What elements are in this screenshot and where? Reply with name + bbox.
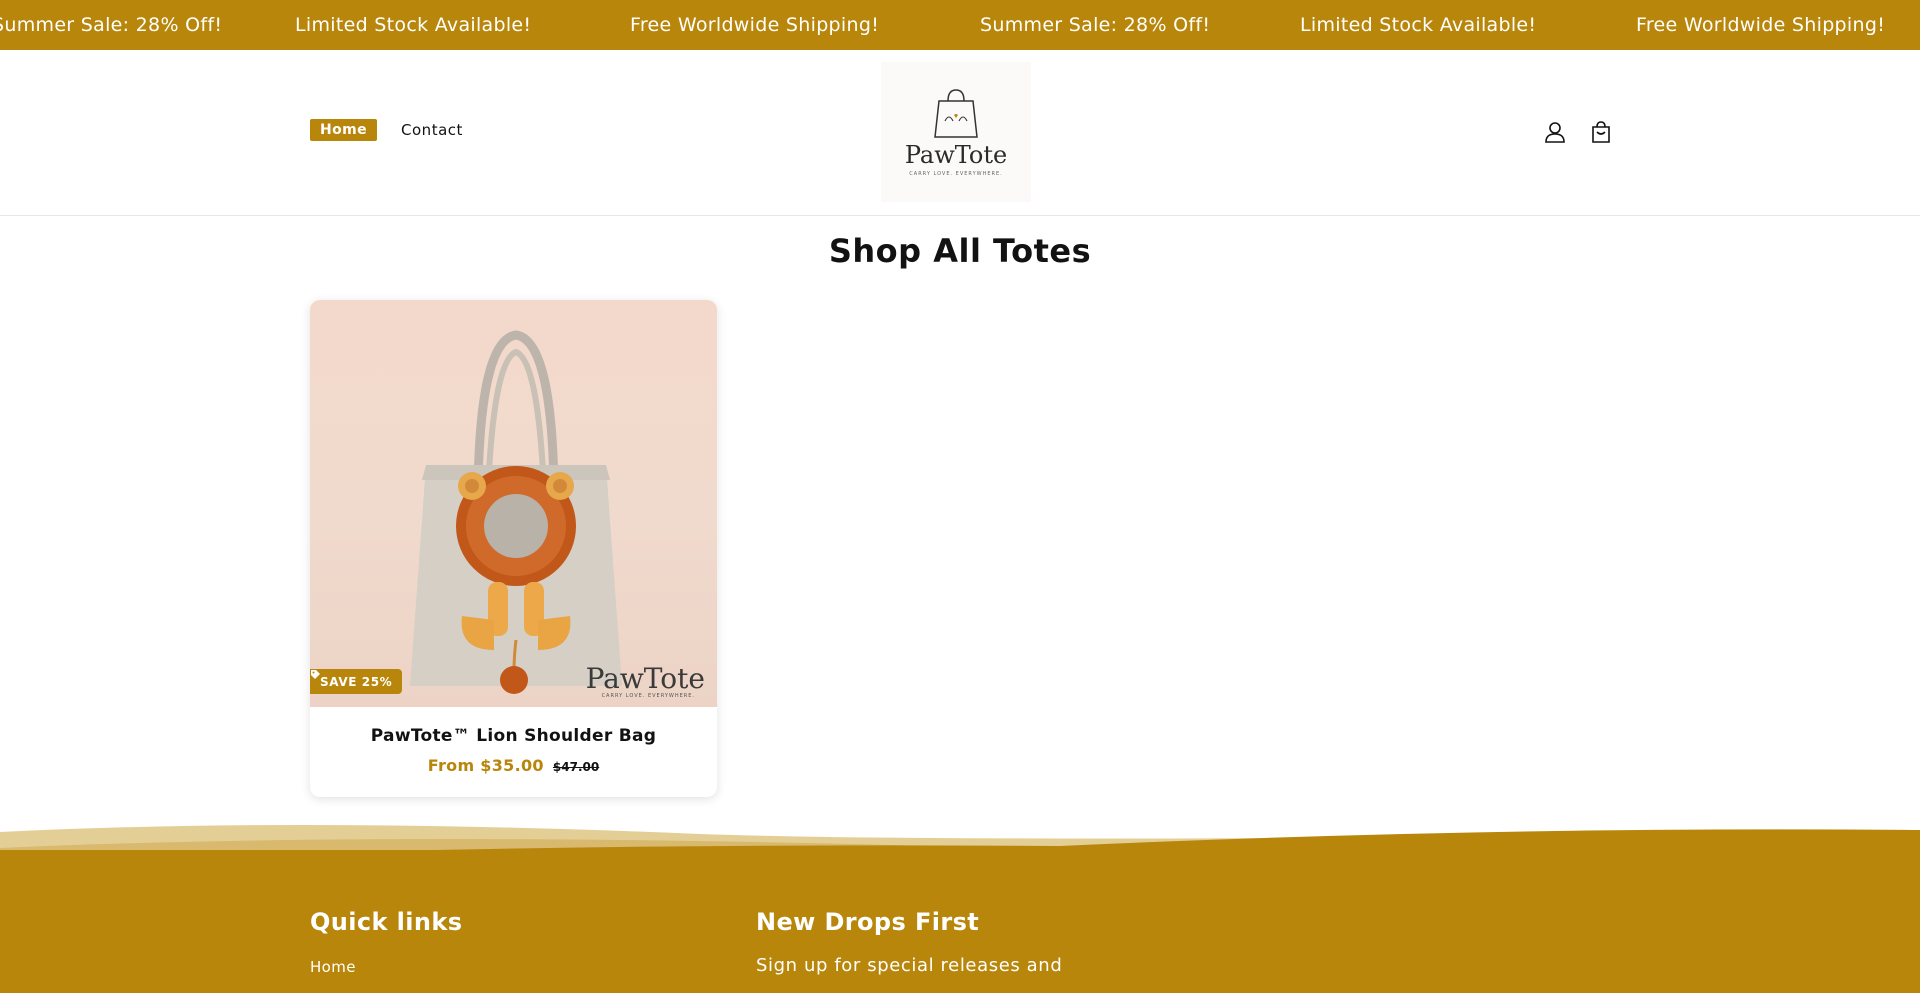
- footer-quick-links: Quick links Home: [310, 908, 462, 976]
- sale-badge: SAVE 25%: [310, 669, 403, 694]
- nav-link-contact[interactable]: Contact: [401, 121, 463, 139]
- newsletter-description: Sign up for special releases and: [756, 955, 1063, 976]
- announcement-message: Free Worldwide Shipping!: [630, 14, 880, 36]
- cart-icon[interactable]: [1590, 120, 1612, 144]
- site-logo[interactable]: PawTote CARRY LOVE. EVERYWHERE.: [881, 62, 1031, 202]
- main-nav: Home Contact: [310, 119, 463, 141]
- sale-price: From $35.00: [427, 756, 544, 775]
- account-icon[interactable]: [1544, 120, 1566, 144]
- product-title[interactable]: PawTote™ Lion Shoulder Bag: [310, 726, 717, 746]
- announcement-bar: Summer Sale: 28% Off! Limited Stock Avai…: [0, 0, 1920, 50]
- tote-bag-logo-icon: [934, 89, 978, 138]
- logo-tagline: CARRY LOVE. EVERYWHERE.: [909, 171, 1003, 177]
- nav-link-home[interactable]: Home: [310, 119, 378, 141]
- page-title: Shop All Totes: [828, 232, 1092, 270]
- lion-tote-bag-illustration: [410, 330, 622, 694]
- compare-price: $47.00: [552, 760, 600, 774]
- site-header: Home Contact PawTote CARRY LOVE. EVERYWH…: [0, 50, 1920, 216]
- announcement-message: Summer Sale: 28% Off!: [0, 14, 223, 36]
- header-actions: [1544, 120, 1612, 144]
- image-watermark: PawTote: [585, 662, 705, 695]
- image-watermark-tagline: CARRY LOVE. EVERYWHERE.: [601, 693, 695, 699]
- footer-newsletter: New Drops First Sign up for special rele…: [756, 908, 1062, 976]
- footer-link-home[interactable]: Home: [310, 958, 462, 976]
- footer-heading-newsletter: New Drops First: [756, 908, 980, 936]
- product-price: From $35.00 $47.00: [310, 756, 717, 775]
- announcement-message: Summer Sale: 28% Off!: [980, 14, 1211, 36]
- logo-name: PawTote: [904, 141, 1008, 169]
- footer-heading-quick-links: Quick links: [310, 908, 463, 936]
- announcement-message: Limited Stock Available!: [1300, 14, 1537, 36]
- product-image[interactable]: PawTote CARRY LOVE. EVERYWHERE. SAVE 25%: [310, 300, 717, 707]
- tag-icon: [311, 670, 320, 679]
- sale-badge-label: SAVE 25%: [320, 674, 393, 689]
- announcement-message: Free Worldwide Shipping!: [1636, 14, 1886, 36]
- announcement-message: Limited Stock Available!: [295, 14, 532, 36]
- product-card[interactable]: PawTote CARRY LOVE. EVERYWHERE. SAVE 25%…: [310, 300, 717, 797]
- site-footer: Quick links Home New Drops First Sign up…: [0, 850, 1920, 993]
